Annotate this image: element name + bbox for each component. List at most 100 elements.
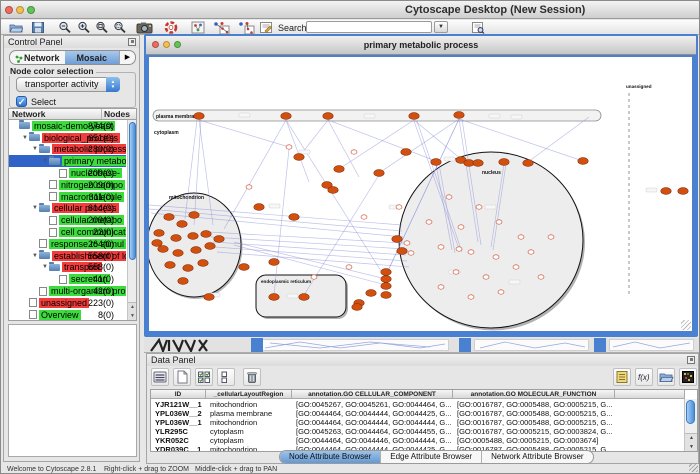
network-node-unselected[interactable] bbox=[476, 205, 482, 209]
network-edge[interactable] bbox=[224, 120, 286, 229]
network-edge[interactable] bbox=[286, 120, 386, 279]
tree-row[interactable]: response to stimul264(0) bbox=[9, 238, 126, 250]
float-data-panel-icon[interactable] bbox=[687, 356, 695, 364]
table-column-header[interactable]: ID bbox=[151, 390, 206, 399]
tree-row[interactable]: macromolecule311(0) bbox=[9, 191, 126, 203]
network-node[interactable] bbox=[454, 112, 464, 119]
tree-expand-arrow[interactable]: ▼ bbox=[41, 264, 49, 270]
table-cell[interactable]: YDR039C__1 bbox=[151, 445, 206, 452]
network-node[interactable] bbox=[381, 292, 391, 299]
network-node[interactable] bbox=[299, 294, 309, 301]
tree-row[interactable]: ▼metabolic process280(0) bbox=[9, 144, 126, 156]
search-input[interactable] bbox=[306, 21, 432, 33]
region-plasma-membrane[interactable]: plasma membrane bbox=[153, 110, 601, 121]
network-node-unselected[interactable] bbox=[346, 265, 352, 269]
network-node-unselected[interactable] bbox=[408, 251, 414, 255]
tree-row[interactable]: nitrogen compo209(0) bbox=[9, 179, 126, 191]
network-node-unselected[interactable] bbox=[518, 235, 524, 239]
table-column-header[interactable]: _cellularLayoutRegion bbox=[206, 390, 292, 399]
network-node[interactable] bbox=[431, 159, 441, 166]
network-node[interactable] bbox=[374, 170, 384, 177]
network-node[interactable] bbox=[473, 160, 483, 167]
network-edge[interactable] bbox=[328, 120, 436, 161]
network-node-unselected[interactable] bbox=[351, 150, 357, 154]
table-cell[interactable]: [GO:0016787, GO:0005488, GO:0005215, G..… bbox=[453, 418, 615, 427]
network-node[interactable] bbox=[409, 113, 419, 120]
network-node-unselected[interactable] bbox=[538, 275, 544, 279]
network-node-unselected[interactable] bbox=[458, 225, 464, 229]
tab-edge-attribute-browser[interactable]: Edge Attribute Browser bbox=[381, 451, 482, 463]
tree-expand-arrow[interactable]: ▼ bbox=[21, 135, 29, 141]
table-cell[interactable]: [GO:0045267, GO:0045261, GO:0044464, G..… bbox=[292, 400, 453, 409]
attribute-select-icon[interactable] bbox=[151, 368, 169, 386]
help-icon[interactable] bbox=[164, 21, 178, 34]
network-node[interactable] bbox=[204, 294, 214, 301]
network-node-unselected[interactable] bbox=[513, 265, 519, 269]
more-tabs-arrow[interactable]: ▶ bbox=[119, 51, 135, 64]
network-edge[interactable] bbox=[274, 149, 289, 295]
table-cell[interactable]: [GO:0044464, GO:0044446, GO:0044444, G..… bbox=[292, 436, 453, 445]
network-node-unselected[interactable] bbox=[456, 247, 462, 251]
tree-expand-arrow[interactable]: ▼ bbox=[31, 205, 39, 211]
tree-row[interactable]: mosaic-demo-yeast874(0) bbox=[9, 120, 126, 132]
attribute-list-icon[interactable] bbox=[613, 368, 631, 386]
tree-row[interactable]: nucleobase-209(0) bbox=[9, 167, 126, 179]
network-node[interactable] bbox=[328, 187, 338, 194]
network-node[interactable] bbox=[164, 214, 174, 221]
table-column-header[interactable]: annotation.GO CELLULAR_COMPONENT bbox=[292, 390, 453, 399]
network-node-unselected[interactable] bbox=[311, 275, 317, 279]
tree-row[interactable]: ▼cellular process614(0) bbox=[9, 203, 126, 215]
open-session-icon[interactable] bbox=[9, 21, 23, 34]
network-edge[interactable] bbox=[414, 120, 461, 159]
annotation-icon[interactable] bbox=[259, 21, 273, 34]
tree-row[interactable]: Overview8(0) bbox=[9, 309, 126, 321]
network-node[interactable] bbox=[269, 294, 279, 301]
attribute-matrix-icon[interactable] bbox=[679, 368, 697, 386]
zoom-selected-icon[interactable] bbox=[113, 21, 127, 34]
table-column-header[interactable] bbox=[615, 390, 685, 399]
table-cell[interactable]: [GO:0045263, GO:0044464, GO:0044455, G..… bbox=[292, 427, 453, 436]
network-node[interactable] bbox=[183, 265, 193, 272]
network-node[interactable] bbox=[198, 260, 208, 267]
new-attribute-icon[interactable] bbox=[173, 368, 191, 386]
tree-scrollbar[interactable]: ▲▼ bbox=[127, 120, 136, 320]
network-node[interactable] bbox=[289, 214, 299, 221]
network-node[interactable] bbox=[239, 264, 249, 271]
network-node[interactable] bbox=[158, 246, 168, 253]
zoom-window-button[interactable] bbox=[27, 6, 35, 14]
zoom-in-icon[interactable] bbox=[77, 21, 91, 34]
tree-row[interactable]: cellular metabo209(0) bbox=[9, 214, 126, 226]
network-node[interactable] bbox=[205, 243, 215, 250]
network-node-unselected[interactable] bbox=[548, 235, 554, 239]
network-node[interactable] bbox=[323, 113, 333, 120]
network-node-unselected[interactable] bbox=[528, 250, 534, 254]
select-nodes-checkbox[interactable]: ✓ bbox=[16, 96, 27, 107]
table-scrollbar[interactable]: ▲▼ bbox=[684, 399, 697, 451]
network-node-unselected[interactable] bbox=[468, 295, 474, 299]
table-cell[interactable]: YPL036W__1 bbox=[151, 418, 206, 427]
tree-scrollbar-thumb[interactable] bbox=[129, 122, 136, 260]
network-node[interactable] bbox=[381, 283, 391, 290]
app-resize-grip[interactable] bbox=[689, 463, 698, 472]
table-scrollbar-thumb[interactable] bbox=[686, 400, 695, 424]
view-resize-grip[interactable] bbox=[681, 320, 691, 330]
table-cell[interactable] bbox=[615, 409, 685, 418]
network-node[interactable] bbox=[178, 278, 188, 285]
tree-header-network[interactable]: Network bbox=[9, 109, 102, 119]
table-cell[interactable]: YJR121W__1 bbox=[151, 400, 206, 409]
vizmap-edge-icon[interactable] bbox=[237, 21, 255, 34]
network-node-unselected[interactable] bbox=[446, 195, 452, 199]
network-node[interactable] bbox=[397, 248, 407, 255]
save-session-icon[interactable] bbox=[31, 21, 45, 34]
network-node[interactable] bbox=[401, 149, 411, 156]
table-cell[interactable]: YPL036W__2 bbox=[151, 409, 206, 418]
network-node-unselected[interactable] bbox=[438, 245, 444, 249]
tree-row[interactable]: unassigned223(0) bbox=[9, 297, 126, 309]
table-cell[interactable]: [GO:0016787, GO:0005215, GO:0003824, G..… bbox=[453, 427, 615, 436]
table-cell[interactable]: [GO:0044464, GO:0044444, GO:0044444, G..… bbox=[292, 418, 453, 427]
tab-node-attribute-browser[interactable]: Node Attribute Browser bbox=[280, 451, 381, 463]
network-node[interactable] bbox=[191, 247, 201, 254]
import-attributes-icon[interactable] bbox=[657, 368, 675, 386]
search-dropdown-button[interactable]: ▼ bbox=[434, 21, 448, 33]
tree-scrollbar-arrows[interactable]: ▲▼ bbox=[128, 302, 137, 320]
